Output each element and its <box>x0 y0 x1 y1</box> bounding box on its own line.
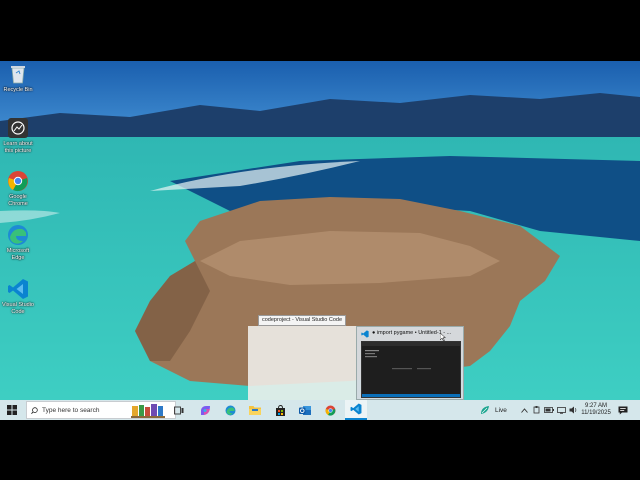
clock-date: 11/19/2025 <box>581 410 611 416</box>
desktop-icon-label: Visual Studio Code <box>1 302 34 315</box>
taskbar-copilot[interactable] <box>197 402 213 418</box>
tray-device-icon[interactable] <box>533 400 540 420</box>
desktop-icon-microsoft-edge[interactable]: Microsoft Edge <box>0 224 36 261</box>
task-view-button[interactable] <box>172 402 186 418</box>
desktop-icon-vscode[interactable]: Visual Studio Code <box>0 278 36 315</box>
weather-leaf-icon <box>481 406 489 414</box>
folder-icon <box>249 406 261 415</box>
clock-time: 9:27 AM <box>584 403 607 409</box>
window-preview-ghost[interactable] <box>248 326 356 400</box>
taskbar-outlook[interactable] <box>297 402 313 418</box>
windows-logo-icon <box>7 405 17 415</box>
editor-thumbnail <box>362 342 460 397</box>
outlook-mail-icon <box>299 405 311 415</box>
chrome-icon <box>8 171 28 192</box>
desktop-icon-recycle-bin[interactable]: Recycle Bin <box>0 63 36 94</box>
camera-info-icon <box>8 118 28 138</box>
mouse-cursor-icon <box>440 333 446 341</box>
edge-icon <box>8 225 28 245</box>
desktop-icon-label: Recycle Bin <box>3 87 33 93</box>
taskbar-chrome[interactable] <box>322 402 338 418</box>
usb-device-icon <box>533 406 540 414</box>
desktop-icon-google-chrome[interactable]: Google Chrome <box>0 170 36 207</box>
vscode-icon <box>361 330 369 338</box>
store-bag-icon <box>275 404 285 416</box>
start-button[interactable] <box>4 402 20 418</box>
weather-widget[interactable]: Live <box>480 400 507 420</box>
copilot-icon <box>200 405 210 415</box>
desktop-screen: Recycle Bin Learn about this picture Goo… <box>0 61 640 420</box>
network-icon <box>557 406 566 414</box>
search-icon <box>31 406 38 414</box>
taskbar-file-explorer[interactable] <box>247 402 263 418</box>
vscode-icon <box>8 279 28 299</box>
taskbar-microsoft-store[interactable] <box>272 402 288 418</box>
chevron-up-icon <box>521 407 528 413</box>
vscode-icon <box>350 403 362 415</box>
notification-icon <box>618 406 628 414</box>
desktop-icon-label: Learn about this picture <box>3 141 33 154</box>
taskbar-search-box[interactable]: Type here to search <box>26 401 176 419</box>
desktop-icon-learn-about-picture[interactable]: Learn about this picture <box>0 117 36 154</box>
preview-thumbnail <box>361 341 461 398</box>
notification-center-button[interactable] <box>618 400 628 420</box>
taskbar-hover-tooltip: codeproject - Visual Studio Code <box>258 315 347 326</box>
tray-battery[interactable] <box>544 400 554 420</box>
desktop-icon-label: Google Chrome <box>8 194 28 207</box>
search-highlight-books-icon <box>131 404 165 418</box>
search-placeholder: Type here to search <box>42 406 100 414</box>
edge-icon <box>225 405 235 415</box>
taskbar-edge[interactable] <box>222 402 238 418</box>
taskbar: Type here to search Live 9:27 AM 11/19/2… <box>0 400 640 420</box>
taskbar-clock[interactable]: 9:27 AM 11/19/2025 <box>581 400 611 420</box>
tray-volume[interactable] <box>569 400 578 420</box>
show-hidden-icons-button[interactable] <box>521 400 528 420</box>
recycle-bin-icon <box>11 66 25 84</box>
desktop-icon-label: Microsoft Edge <box>6 248 30 261</box>
battery-icon <box>544 407 554 413</box>
vscode-window-preview[interactable]: ● import pygame • Untitled-1 - ... <box>356 326 464 400</box>
taskbar-vscode-active[interactable] <box>345 400 367 420</box>
chrome-icon <box>325 405 335 416</box>
speaker-icon <box>569 406 577 414</box>
weather-label: Live <box>495 406 507 414</box>
tray-network[interactable] <box>557 400 566 420</box>
task-view-icon <box>174 406 184 414</box>
